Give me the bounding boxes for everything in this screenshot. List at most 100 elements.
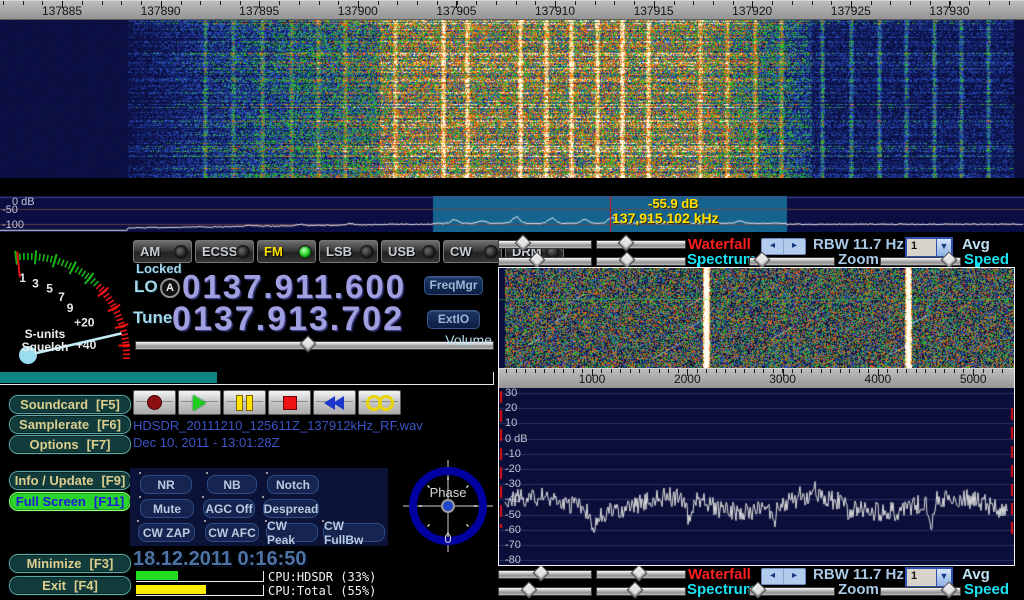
- button-hotkey: [F4]: [74, 578, 98, 593]
- slider-thumb[interactable]: [521, 582, 538, 599]
- loop-button[interactable]: [358, 390, 401, 415]
- tune-label: Tune: [133, 308, 172, 328]
- playback-controls: [133, 390, 401, 415]
- af-scale-label: 2000: [655, 372, 719, 386]
- arrow-left-icon[interactable]: ◂: [762, 569, 784, 584]
- mode-button-am[interactable]: AM: [133, 240, 192, 263]
- rf-waterfall-display[interactable]: [0, 0, 1024, 178]
- rbw-spinner[interactable]: ◂▸: [761, 238, 806, 255]
- af-db-label: -20: [505, 463, 521, 475]
- slider-thumb[interactable]: [618, 235, 635, 252]
- slider-thumb[interactable]: [533, 565, 550, 582]
- mode-button-ecss[interactable]: ECSS: [195, 240, 254, 263]
- af-db-label: -80: [505, 554, 521, 566]
- squelch-caption[interactable]: Squelch: [5, 340, 85, 354]
- options-button[interactable]: Options[F7]: [8, 434, 132, 455]
- nr-button[interactable]: NR: [140, 475, 192, 494]
- extio-button[interactable]: ExtIO: [427, 310, 480, 329]
- playback-progress-track[interactable]: [0, 372, 494, 385]
- exit-button[interactable]: Exit [F4]: [8, 575, 132, 596]
- soundcard-button[interactable]: Soundcard[F5]: [8, 394, 132, 415]
- spectrum-level-slider-1[interactable]: [498, 587, 592, 596]
- cw-afc-button[interactable]: CW AFC: [205, 523, 259, 542]
- freqmgr-button[interactable]: FreqMgr: [424, 276, 483, 295]
- spectrum-level-slider-2[interactable]: [596, 587, 686, 596]
- button-label: Exit: [42, 578, 66, 593]
- agc-off-button[interactable]: AGC Off: [203, 499, 255, 518]
- af-frequency-scale[interactable]: 10002000300040005000: [499, 368, 1014, 390]
- zoom-slider[interactable]: [749, 587, 835, 596]
- rewind-icon: [326, 396, 344, 410]
- rf-spectrum-display[interactable]: [0, 196, 1024, 232]
- slider-thumb[interactable]: [515, 235, 532, 252]
- zoom-label: Zoom: [838, 251, 879, 268]
- lo-label: LO: [134, 277, 158, 297]
- lock-badge[interactable]: A: [160, 278, 180, 298]
- slider-thumb[interactable]: [631, 565, 648, 582]
- waterfall-level-slider-2[interactable]: [596, 570, 686, 579]
- notch-button[interactable]: Notch: [267, 475, 319, 494]
- button-hotkey: [F7]: [87, 437, 111, 452]
- rf-frequency-scale[interactable]: 1378851378901378951379001379051379101379…: [0, 0, 1024, 20]
- full-screen-button[interactable]: Full Screen[F11]: [8, 491, 132, 512]
- arrow-right-icon[interactable]: ▸: [784, 239, 805, 254]
- nb-button[interactable]: NB: [207, 475, 257, 494]
- phase-indicator: Phase0: [400, 457, 496, 555]
- rf-db-label: -100: [2, 219, 24, 231]
- tune-frequency-display[interactable]: 0137.913.702: [172, 300, 404, 339]
- info-update-button[interactable]: Info / Update[F9]: [8, 470, 132, 491]
- rf-scale-label: 137895: [227, 4, 291, 18]
- phase-value: 0: [444, 531, 451, 546]
- loop-icon: [366, 395, 394, 411]
- play-button[interactable]: [178, 390, 221, 415]
- slider-thumb[interactable]: [619, 252, 636, 269]
- rf-scale-label: 137905: [424, 4, 488, 18]
- minimize-button[interactable]: Minimize [F3]: [8, 553, 132, 574]
- slider-thumb[interactable]: [627, 582, 644, 599]
- stop-button[interactable]: [268, 390, 311, 415]
- waterfall-level-slider-1[interactable]: [498, 570, 592, 579]
- record-icon: [147, 395, 162, 410]
- waterfall-level-slider-2[interactable]: [596, 240, 686, 249]
- arrow-left-icon[interactable]: ◂: [762, 239, 784, 254]
- mode-button-usb[interactable]: USB: [381, 240, 440, 263]
- rewind-button[interactable]: [313, 390, 356, 415]
- speed-slider[interactable]: [880, 257, 961, 266]
- af-scale-label: 5000: [941, 372, 1005, 386]
- mode-button-lsb[interactable]: LSB: [319, 240, 378, 263]
- led-indicator: [423, 246, 435, 258]
- spectrum-label[interactable]: Spectrum: [687, 581, 756, 598]
- cw-fullbw-button[interactable]: CW FullBw: [323, 523, 385, 542]
- rf-scale-label: 137900: [326, 4, 390, 18]
- rf-scale-label: 137915: [622, 4, 686, 18]
- af-db-label: -70: [505, 539, 521, 551]
- mute-button[interactable]: Mute: [140, 499, 194, 518]
- af-waterfall-display[interactable]: [499, 268, 1014, 368]
- af-db-label: 10: [505, 417, 517, 429]
- zoom-slider[interactable]: [749, 257, 835, 266]
- cw-peak-button[interactable]: CW Peak: [266, 523, 318, 542]
- spectrum-level-slider-1[interactable]: [498, 257, 592, 266]
- af-spectrum-display[interactable]: [499, 388, 1014, 565]
- speed-slider[interactable]: [880, 587, 961, 596]
- rf-db-label: -50: [2, 204, 18, 216]
- rf-scale-label: 137930: [917, 4, 981, 18]
- slider-thumb[interactable]: [529, 252, 546, 269]
- spectrum-level-slider-2[interactable]: [596, 257, 686, 266]
- pause-button[interactable]: [223, 390, 266, 415]
- af-scale-label: 4000: [846, 372, 910, 386]
- button-hotkey: [F3]: [90, 556, 114, 571]
- mode-button-cw[interactable]: CW: [443, 240, 502, 263]
- mode-button-fm[interactable]: FM: [257, 240, 316, 263]
- dsp-row-3: CW ZAP CW AFC CW Peak CW FullBw: [138, 523, 385, 542]
- cw-zap-button[interactable]: CW ZAP: [138, 523, 195, 542]
- cursor-level-readout: -55.9 dB: [648, 196, 699, 211]
- arrow-right-icon[interactable]: ▸: [784, 569, 805, 584]
- despread-button[interactable]: Despread: [263, 499, 319, 518]
- recording-filename: HDSDR_20111210_125611Z_137912kHz_RF.wav: [133, 418, 423, 433]
- waterfall-level-slider-1[interactable]: [498, 240, 592, 249]
- samplerate-button[interactable]: Samplerate[F6]: [8, 414, 132, 435]
- record-button[interactable]: [133, 390, 176, 415]
- rbw-spinner[interactable]: ◂▸: [761, 568, 806, 585]
- button-label: Minimize: [27, 556, 82, 571]
